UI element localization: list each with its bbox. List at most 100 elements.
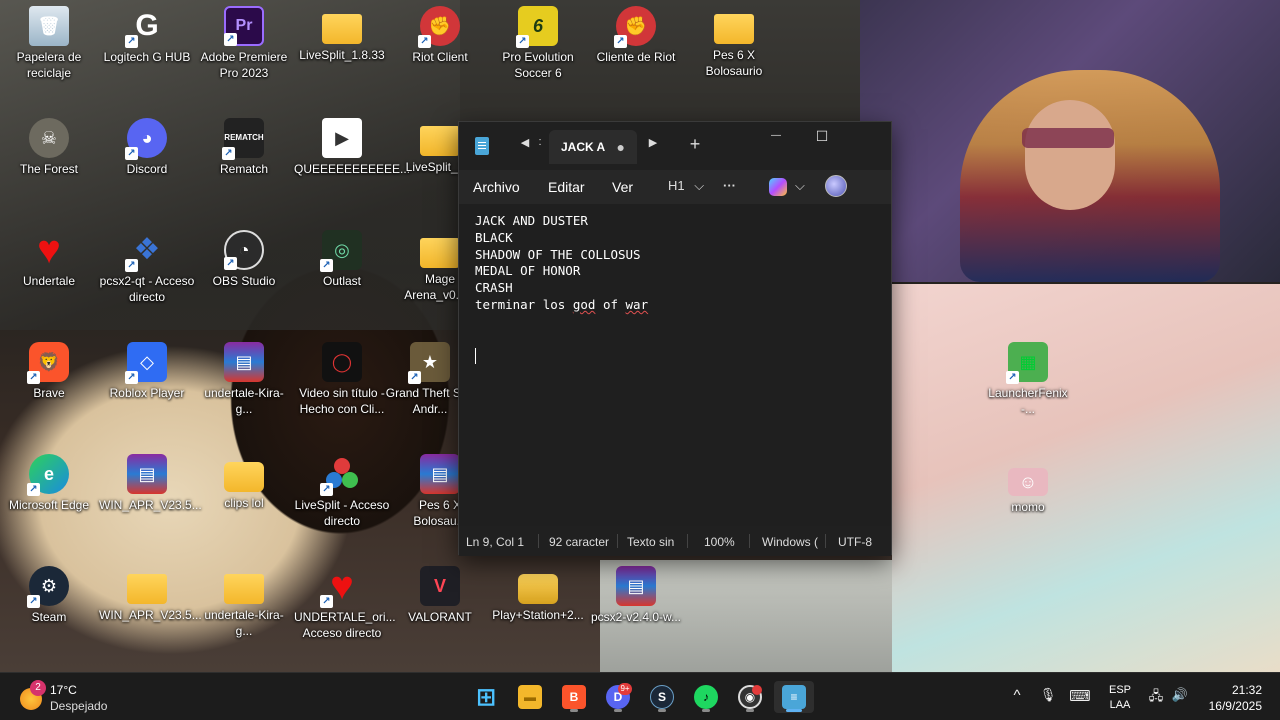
notepad-window[interactable]: ◀ : JACK A ● ▶ + — ☐ Archivo Editar Ver … [458, 121, 892, 556]
desktop-icon-brave[interactable]: 🦁 Brave [1, 342, 97, 401]
tab-scroll-right-button[interactable]: ▶ [643, 136, 663, 149]
microphone-icon[interactable]: 🎙 [1037, 687, 1059, 703]
desktop-icon-premiere[interactable]: Pr Adobe Premiere Pro 2023 [196, 6, 292, 81]
desktop-icon-pes6-bolosaurio[interactable]: Pes 6 X Bolosaurio [686, 6, 782, 79]
desktop-icon-win-apr-folder[interactable]: WIN_APR_V23.5... [99, 566, 202, 623]
desktop-icon-obs[interactable]: ◔ OBS Studio [196, 230, 292, 289]
taskbar-brave[interactable]: B [554, 681, 594, 713]
desktop-icon-undertale-folder[interactable]: undertale-Kira-g... [196, 566, 292, 639]
menu-file[interactable]: Archivo [473, 179, 520, 195]
desktop-icon-pcsx2-shortcut[interactable]: ❖ pcsx2-qt - Acceso directo [99, 230, 195, 305]
notification-badge: 2 [30, 680, 46, 696]
steam-icon: ⚙ [27, 566, 69, 608]
desktop-icon-queee-media[interactable]: ▶ QUEEEEEEEEEEE... [294, 118, 410, 177]
winrar-icon: ▤ [420, 454, 460, 494]
minimize-button[interactable]: — [753, 122, 799, 152]
riot-icon: ✊ [418, 6, 460, 48]
desktop-icon-discord[interactable]: ◕ Discord [99, 118, 195, 177]
desktop-icon-cliente-riot[interactable]: ✊ Cliente de Riot [588, 6, 684, 65]
avatar[interactable] [825, 175, 847, 197]
spotify-icon: ♪ [694, 685, 718, 709]
desktop-icon-livesplit-shortcut[interactable]: LiveSplit - Acceso directo [294, 454, 390, 529]
outlast-icon: ◎ [320, 230, 362, 272]
forest-icon: ☠ [29, 118, 69, 158]
volume-icon[interactable]: 🔊 [1169, 687, 1191, 703]
desktop-icon-playstation-folder[interactable]: Play+Station+2... [490, 566, 586, 623]
brave-icon: B [562, 685, 586, 709]
menu-edit[interactable]: Editar [548, 179, 585, 195]
more-options-button[interactable]: ··· [723, 178, 736, 193]
taskbar-file-explorer[interactable]: ▬ [510, 681, 550, 713]
livesplit-icon [320, 454, 362, 496]
tab-document[interactable]: JACK A ● [549, 130, 637, 164]
chevron-down-icon[interactable]: ⌵ [795, 178, 805, 194]
menu-view[interactable]: Ver [612, 179, 633, 195]
taskbar-spotify[interactable]: ♪ [686, 681, 726, 713]
taskbar-steam[interactable]: S [642, 681, 682, 713]
taskbar-obs[interactable]: ◉ [730, 681, 770, 713]
folder-icon [420, 126, 460, 156]
weather-widget[interactable]: 2 17°C Despejado [18, 680, 138, 716]
folder-icon [420, 238, 460, 268]
desktop-icon-launcher-fenix[interactable]: ▦ LauncherFenix -... [980, 342, 1076, 417]
desktop-icon-riot-client[interactable]: ✊ Riot Client [392, 6, 488, 65]
file-explorer-icon: ▬ [518, 685, 542, 709]
misspelled-word: war [625, 296, 649, 312]
notepad-menubar: Archivo Editar Ver H1 ⌵ ··· ⌵ [459, 170, 891, 204]
desktop-icon-the-forest[interactable]: ☠ The Forest [1, 118, 97, 177]
desktop-icon-valorant[interactable]: V VALORANT [392, 566, 488, 625]
copilot-icon[interactable] [769, 178, 787, 196]
keyboard-icon[interactable]: ⌨ [1069, 687, 1091, 705]
notepad-icon: ≡ [782, 685, 806, 709]
winrar-icon: ▤ [616, 566, 656, 606]
desktop-icon-recycle-bin[interactable]: 🗑 Papelera de reciclaje [1, 6, 97, 81]
tab-scroll-left-button[interactable]: ◀ [515, 136, 535, 149]
clock-date: 16/9/2025 [1208, 699, 1262, 713]
desktop-icon-logitech[interactable]: G Logitech G HUB [99, 6, 195, 65]
weather-temperature: 17°C [50, 683, 77, 697]
desktop-icon-clips-lol[interactable]: clips lol [196, 454, 292, 511]
desktop-icon-edge[interactable]: e Microsoft Edge [1, 454, 97, 513]
desktop-icon-rematch[interactable]: REMATCH Rematch [196, 118, 292, 177]
desktop-icon-steam[interactable]: ⚙ Steam [1, 566, 97, 625]
taskbar-discord[interactable]: D 9+ [598, 681, 638, 713]
text-line: BLACK [475, 229, 513, 245]
input-language-indicator[interactable]: ESP LAA [1106, 683, 1134, 713]
gta-icon: ★ [408, 342, 450, 384]
brave-icon: 🦁 [27, 342, 69, 384]
system-clock[interactable]: 21:32 16/9/2025 [1196, 682, 1262, 714]
heading-dropdown[interactable]: H1 ⌵ [668, 178, 704, 194]
pcsx2-icon: ❖ [125, 230, 167, 272]
maximize-button[interactable]: ☐ [799, 122, 845, 152]
desktop-icon-undertale-original[interactable]: ♥ UNDERTALE_ori... Acceso directo [294, 566, 396, 641]
desktop-icon-livesplit-folder[interactable]: LiveSplit_1.8.33 [294, 6, 390, 63]
text-line: MEDAL OF HONOR [475, 263, 581, 279]
desktop-icon-outlast[interactable]: ◎ Outlast [294, 230, 390, 289]
notepad-statusbar: Ln 9, Col 1 92 caracter Texto sin 100% W… [459, 526, 891, 556]
desktop-icon-momo[interactable]: ☺ momo [980, 462, 1076, 515]
desktop-icon-win-apr-rar[interactable]: ▤ WIN_APR_V23.5... [99, 454, 202, 513]
text-line: JACK AND DUSTER [475, 213, 588, 228]
desktop-icon-pcsx2-rar[interactable]: ▤ pcsx2-v2.4.0-w... [588, 566, 684, 625]
taskbar-notepad[interactable]: ≡ [774, 681, 814, 713]
notepad-titlebar[interactable]: ◀ : JACK A ● ▶ + — ☐ [459, 122, 891, 170]
desktop-icon-roblox[interactable]: ◇ Roblox Player [99, 342, 195, 401]
desktop-icon-undertale[interactable]: ♥ Undertale [1, 230, 97, 289]
desktop-icon-undertale-rar[interactable]: ▤ undertale-Kira-g... [196, 342, 292, 417]
network-icon[interactable]: 🖧 [1145, 687, 1167, 709]
heading-label: H1 [668, 178, 685, 193]
desktop-icon-pes6[interactable]: 6 Pro Evolution Soccer 6 [490, 6, 586, 81]
start-button[interactable]: ⊞ [466, 681, 506, 713]
weather-condition: Despejado [50, 699, 108, 713]
text-line-caret [475, 347, 875, 364]
tab-separator: : [538, 136, 542, 148]
chevron-down-icon: ⌵ [694, 178, 705, 193]
heart-icon: ♥ [37, 228, 61, 272]
text-line: SHADOW OF THE COLLOSUS [475, 246, 641, 262]
new-tab-button[interactable]: + [685, 134, 705, 155]
desktop-icon-video[interactable]: ◯ Video sin título - Hecho con Cli... [294, 342, 390, 417]
text-editor-area[interactable]: JACK AND DUSTER BLACK SHADOW OF THE COLL… [459, 204, 891, 526]
status-format[interactable]: Texto sin [627, 535, 681, 549]
tray-overflow-chevron-icon[interactable]: ^ [1006, 687, 1028, 704]
status-char-count: 92 caracter [549, 535, 610, 549]
